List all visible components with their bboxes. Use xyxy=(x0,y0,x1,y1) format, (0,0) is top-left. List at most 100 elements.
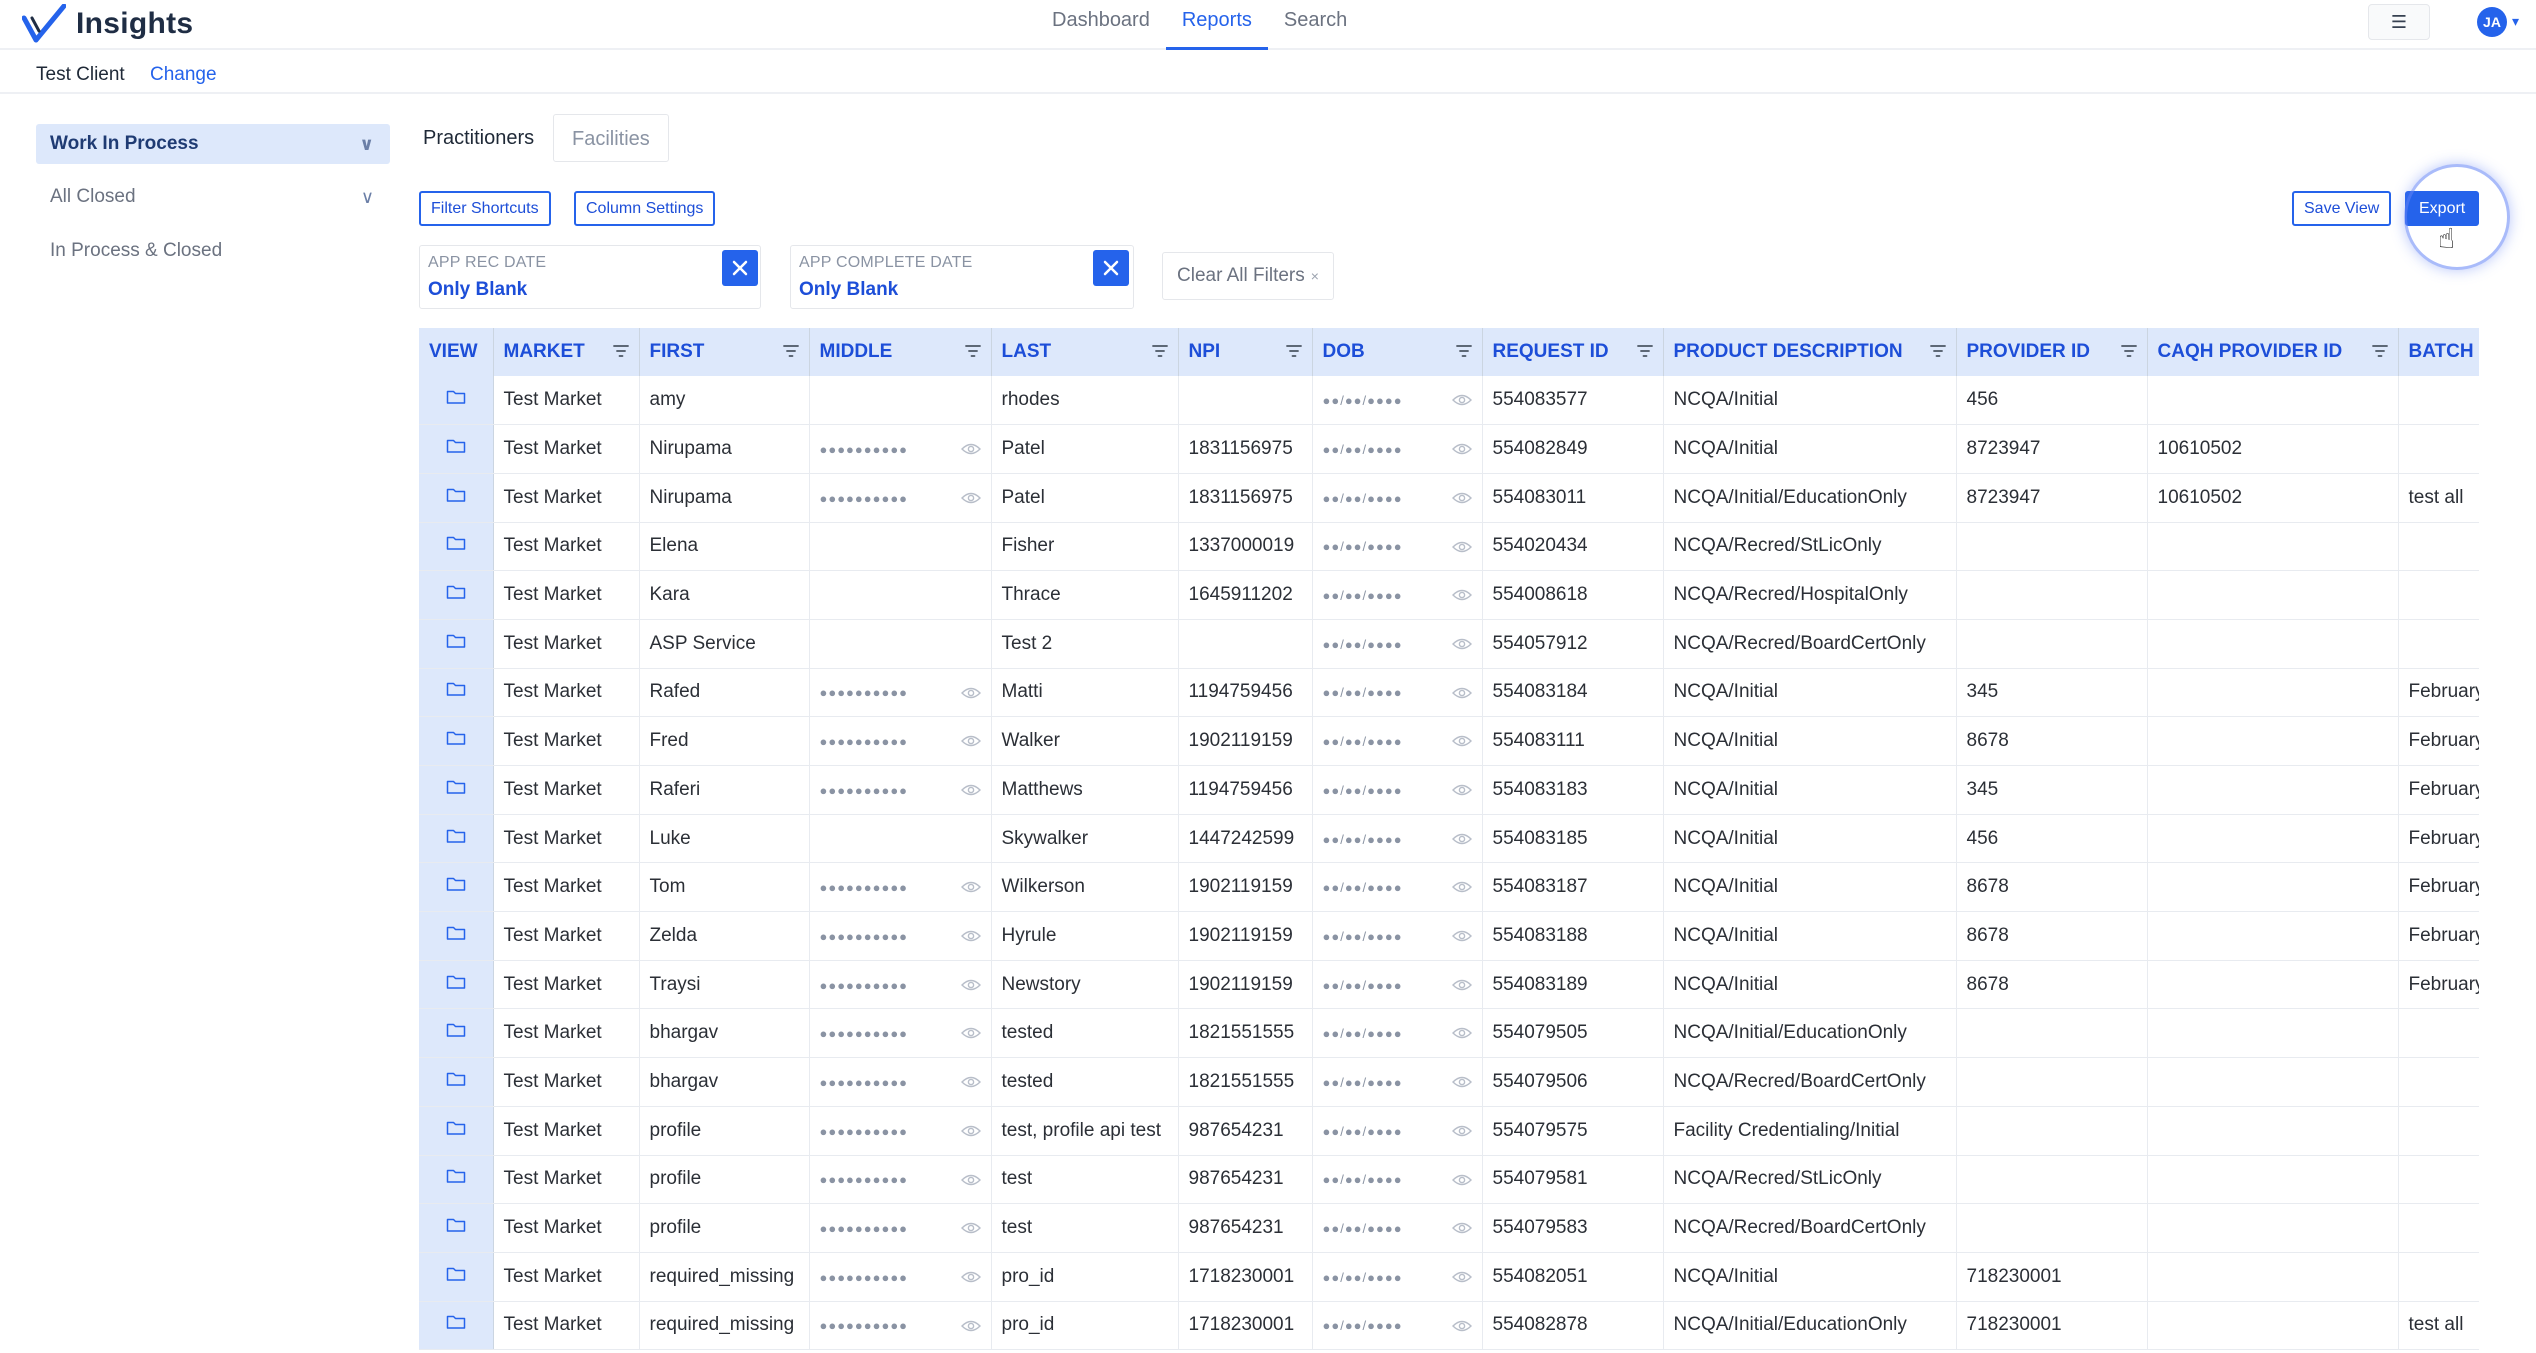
show-value-eye-icon[interactable] xyxy=(1451,1025,1472,1041)
table-row[interactable]: Test Market ASP Service Test 2 ●●/●●/●●●● 55… xyxy=(419,619,2479,669)
table-row[interactable]: Test Market Traysi ●●●●●●●●●● Newstory 19021… xyxy=(419,960,2479,1010)
show-value-eye-icon[interactable] xyxy=(960,1172,981,1188)
column-header-batch-i[interactable]: BATCH I xyxy=(2398,328,2479,376)
column-header-middle[interactable]: MIDDLE xyxy=(809,328,992,376)
sidebar-item-all-closed[interactable]: All Closed ∨ xyxy=(36,177,390,217)
column-header-npi[interactable]: NPI xyxy=(1178,328,1313,376)
caret-down-icon[interactable]: ▾ xyxy=(2512,13,2519,30)
column-filter-icon[interactable] xyxy=(1929,343,1946,359)
show-value-eye-icon[interactable] xyxy=(960,1269,981,1285)
view-record-button[interactable] xyxy=(419,619,494,669)
show-value-eye-icon[interactable] xyxy=(1451,1318,1472,1334)
export-button[interactable]: Export xyxy=(2405,191,2480,226)
app-logo[interactable]: Insights xyxy=(22,4,193,44)
save-view-button[interactable]: Save View xyxy=(2292,191,2392,226)
menu-button[interactable]: ☰ xyxy=(2368,4,2430,40)
show-value-eye-icon[interactable] xyxy=(1451,928,1472,944)
filter-shortcuts-button[interactable]: Filter Shortcuts xyxy=(419,191,551,226)
view-record-button[interactable] xyxy=(419,668,494,718)
view-record-button[interactable] xyxy=(419,1301,494,1351)
show-value-eye-icon[interactable] xyxy=(1451,879,1472,895)
show-value-eye-icon[interactable] xyxy=(1451,636,1472,652)
column-header-market[interactable]: MARKET xyxy=(493,328,640,376)
view-record-button[interactable] xyxy=(419,1203,494,1253)
column-filter-icon[interactable] xyxy=(1636,343,1653,359)
show-value-eye-icon[interactable] xyxy=(1451,392,1472,408)
nav-dashboard[interactable]: Dashboard xyxy=(1036,0,1166,50)
show-value-eye-icon[interactable] xyxy=(1451,733,1472,749)
filter-app-complete-date[interactable]: APP COMPLETE DATE Only Blank xyxy=(790,245,1134,309)
sidebar-item-in-process-closed[interactable]: In Process & Closed xyxy=(36,231,390,271)
show-value-eye-icon[interactable] xyxy=(960,490,981,506)
column-header-provider-id[interactable]: PROVIDER ID xyxy=(1956,328,2148,376)
column-header-dob[interactable]: DOB xyxy=(1312,328,1483,376)
tab-practitioners[interactable]: Practitioners xyxy=(405,114,552,162)
view-record-button[interactable] xyxy=(419,1155,494,1205)
show-value-eye-icon[interactable] xyxy=(1451,587,1472,603)
view-record-button[interactable] xyxy=(419,1057,494,1107)
show-value-eye-icon[interactable] xyxy=(960,1318,981,1334)
view-record-button[interactable] xyxy=(419,814,494,864)
show-value-eye-icon[interactable] xyxy=(960,733,981,749)
column-filter-icon[interactable] xyxy=(1455,343,1472,359)
column-filter-icon[interactable] xyxy=(782,343,799,359)
table-row[interactable]: Test Market profile ●●●●●●●●●● test 98765423… xyxy=(419,1155,2479,1205)
view-record-button[interactable] xyxy=(419,765,494,815)
table-row[interactable]: Test Market profile ●●●●●●●●●● test 98765423… xyxy=(419,1203,2479,1253)
change-client-link[interactable]: Change xyxy=(150,64,217,86)
table-row[interactable]: Test Market Raferi ●●●●●●●●●● Matthews 11947… xyxy=(419,765,2479,815)
view-record-button[interactable] xyxy=(419,862,494,913)
view-record-button[interactable] xyxy=(419,911,494,961)
column-header-first[interactable]: FIRST xyxy=(639,328,810,376)
table-row[interactable]: Test Market Kara Thrace 1645911202 ●●/●●/●●●… xyxy=(419,570,2479,620)
table-row[interactable]: Test Market required_missing ●●●●●●●●●● pro… xyxy=(419,1252,2479,1302)
column-filter-icon[interactable] xyxy=(612,343,629,359)
show-value-eye-icon[interactable] xyxy=(1451,782,1472,798)
view-record-button[interactable] xyxy=(419,716,494,766)
show-value-eye-icon[interactable] xyxy=(960,685,981,701)
table-row[interactable]: Test Market bhargav ●●●●●●●●●● tested 182155… xyxy=(419,1057,2479,1107)
table-row[interactable]: Test Market Rafed ●●●●●●●●●● Matti 119475945… xyxy=(419,668,2479,718)
show-value-eye-icon[interactable] xyxy=(960,1220,981,1236)
show-value-eye-icon[interactable] xyxy=(1451,1172,1472,1188)
table-row[interactable]: Test Market Fred ●●●●●●●●●● Walker 190211915… xyxy=(419,716,2479,766)
column-filter-icon[interactable] xyxy=(964,343,981,359)
column-header-last[interactable]: LAST xyxy=(991,328,1179,376)
show-value-eye-icon[interactable] xyxy=(960,1025,981,1041)
show-value-eye-icon[interactable] xyxy=(960,977,981,993)
sidebar-item-work-in-process[interactable]: Work In Process ∨ xyxy=(36,124,390,164)
view-record-button[interactable] xyxy=(419,473,494,523)
table-row[interactable]: Test Market amy rhodes ●●/●●/●●●● 554083577 N… xyxy=(419,376,2479,426)
table-row[interactable]: Test Market Tom ●●●●●●●●●● Wilkerson 1902119… xyxy=(419,862,2479,913)
column-filter-icon[interactable] xyxy=(1285,343,1302,359)
show-value-eye-icon[interactable] xyxy=(960,782,981,798)
view-record-button[interactable] xyxy=(419,570,494,620)
remove-filter-button[interactable] xyxy=(1093,250,1129,286)
view-record-button[interactable] xyxy=(419,522,494,572)
table-row[interactable]: Test Market required_missing ●●●●●●●●●● pro… xyxy=(419,1301,2479,1351)
show-value-eye-icon[interactable] xyxy=(1451,831,1472,847)
filter-app-rec-date[interactable]: APP REC DATE Only Blank xyxy=(419,245,761,309)
column-header-view[interactable]: VIEW xyxy=(419,328,494,376)
show-value-eye-icon[interactable] xyxy=(1451,539,1472,555)
show-value-eye-icon[interactable] xyxy=(1451,1220,1472,1236)
nav-search[interactable]: Search xyxy=(1268,0,1363,50)
show-value-eye-icon[interactable] xyxy=(1451,977,1472,993)
clear-all-filters-button[interactable]: Clear All Filters × xyxy=(1162,252,1334,300)
table-row[interactable]: Test Market profile ●●●●●●●●●● test, profil… xyxy=(419,1106,2479,1156)
column-header-caqh-provider-id[interactable]: CAQH PROVIDER ID xyxy=(2147,328,2399,376)
show-value-eye-icon[interactable] xyxy=(1451,1269,1472,1285)
view-record-button[interactable] xyxy=(419,376,494,426)
view-record-button[interactable] xyxy=(419,1008,494,1059)
view-record-button[interactable] xyxy=(419,1106,494,1156)
view-record-button[interactable] xyxy=(419,960,494,1010)
table-row[interactable]: Test Market bhargav ●●●●●●●●●● tested 182155… xyxy=(419,1008,2479,1059)
remove-filter-button[interactable] xyxy=(722,250,758,286)
show-value-eye-icon[interactable] xyxy=(1451,441,1472,457)
column-filter-icon[interactable] xyxy=(2120,343,2137,359)
nav-reports[interactable]: Reports xyxy=(1165,0,1268,50)
column-header-product-description[interactable]: PRODUCT DESCRIPTION xyxy=(1663,328,1957,376)
show-value-eye-icon[interactable] xyxy=(960,1074,981,1090)
view-record-button[interactable] xyxy=(419,1252,494,1302)
show-value-eye-icon[interactable] xyxy=(1451,1123,1472,1139)
